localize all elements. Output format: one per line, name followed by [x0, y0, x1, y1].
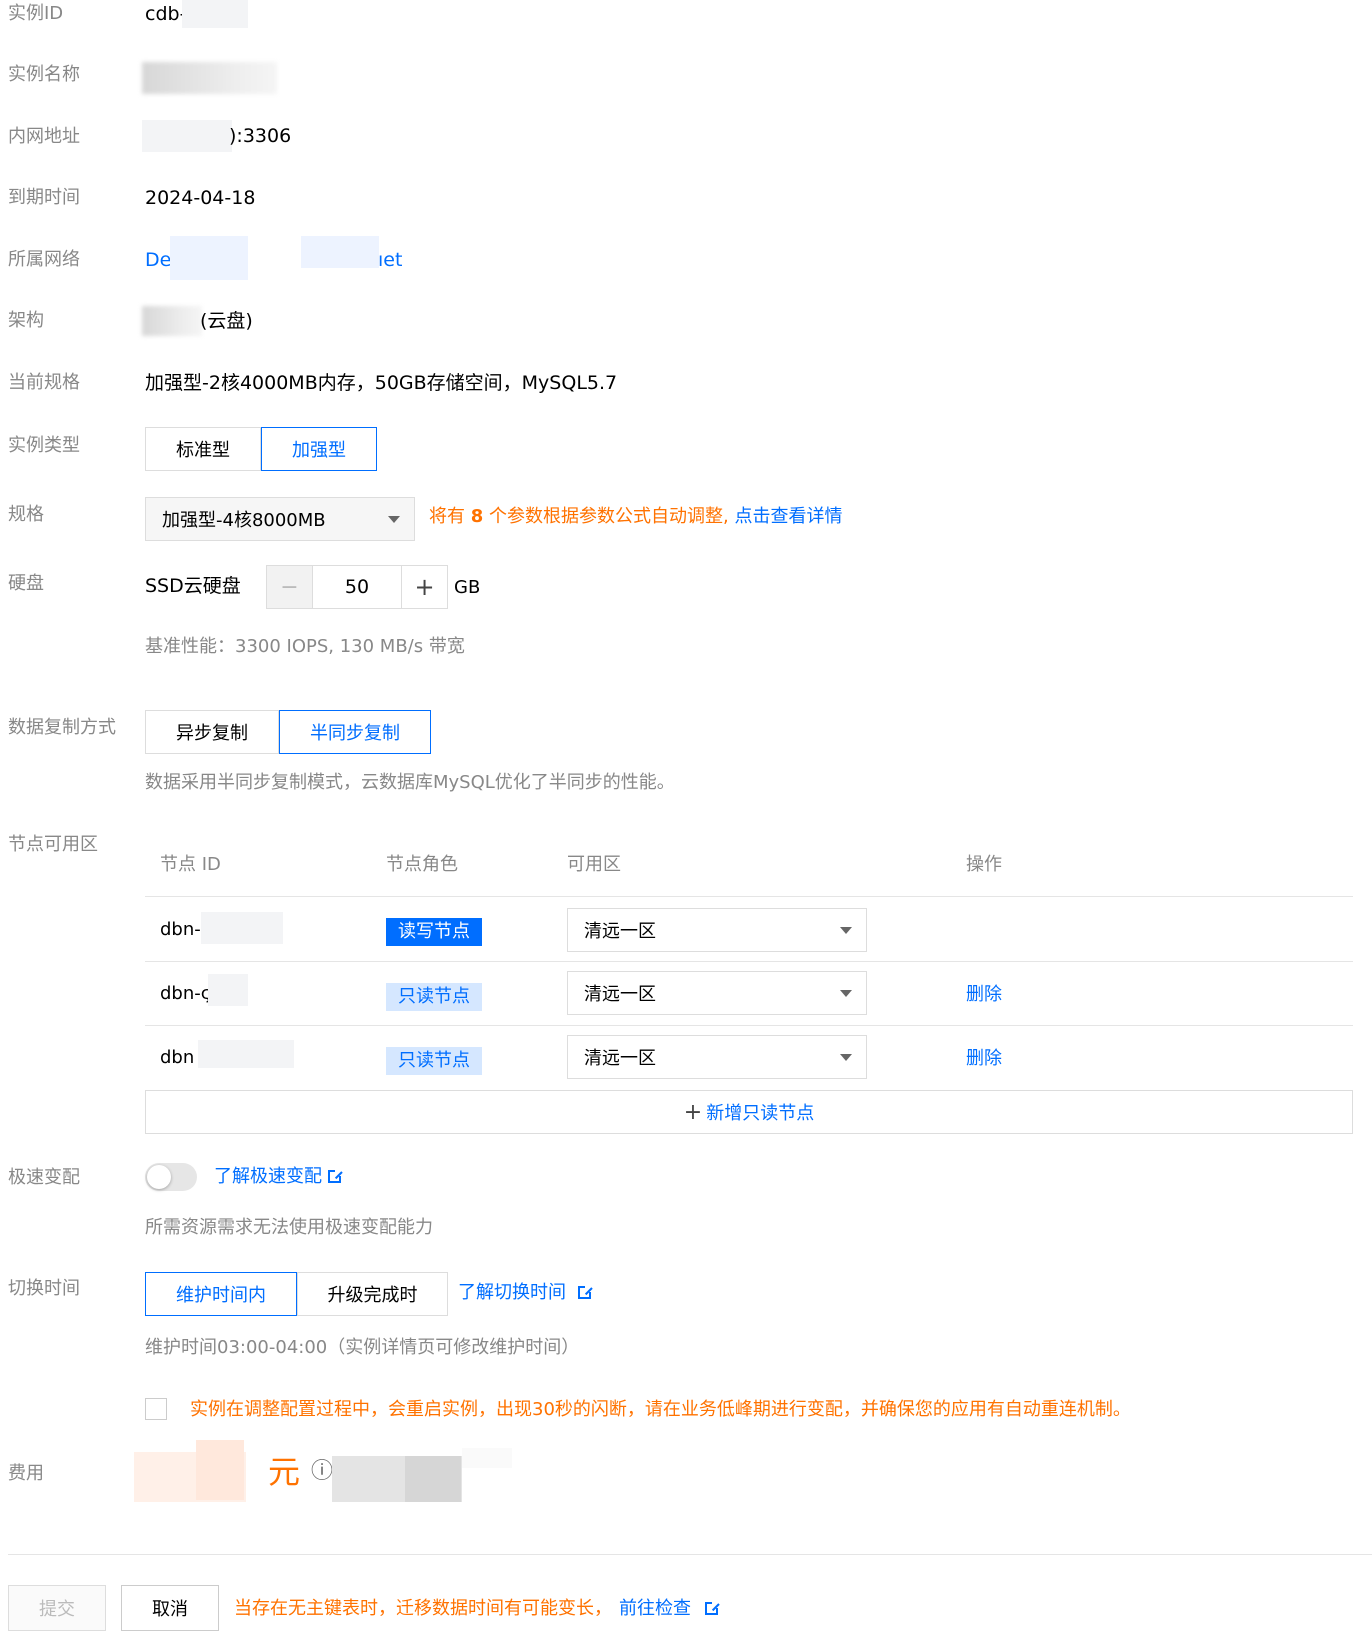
current-spec-value: 加强型-2核4000MB内存，50GB存储空间，MySQL5.7	[145, 372, 618, 394]
chevron-down-icon	[840, 1054, 852, 1061]
redacted-block	[182, 0, 248, 28]
cancel-button[interactable]: 取消	[121, 1585, 219, 1631]
replication-async[interactable]: 异步复制	[145, 710, 279, 754]
redacted-network-b	[301, 236, 379, 268]
instance-type-enhanced[interactable]: 加强型	[261, 427, 377, 471]
redacted-price-detail-b	[405, 1456, 461, 1502]
switch-on-upgrade-complete[interactable]: 升级完成时	[297, 1272, 448, 1316]
disk-stepper: − 50 +	[266, 565, 448, 609]
node-id: dbn-	[160, 919, 201, 940]
label-instance-type: 实例类型	[8, 435, 80, 456]
plus-icon: +	[683, 1099, 703, 1125]
instance-type-standard[interactable]: 标准型	[145, 427, 261, 471]
redacted-architecture	[142, 306, 202, 336]
add-readonly-node-button[interactable]: + 新增只读节点	[145, 1090, 1353, 1134]
chevron-down-icon	[388, 516, 400, 523]
toggle-knob	[147, 1165, 171, 1189]
footer-notice: 当存在无主键表时，迁移数据时间有可能变长，	[234, 1598, 612, 1619]
spec-details-link[interactable]: 点击查看详情	[734, 506, 842, 527]
switch-time-description: 维护时间03:00-04:00（实例详情页可修改维护时间）	[145, 1337, 580, 1358]
external-link-icon	[578, 1285, 592, 1299]
redacted-price-detail-c	[462, 1448, 512, 1468]
label-network: 所属网络	[8, 249, 80, 270]
table-row-divider	[145, 961, 1353, 962]
label-replication: 数据复制方式	[8, 717, 116, 738]
label-architecture: 架构	[8, 310, 44, 331]
external-link-icon	[328, 1169, 342, 1183]
table-header-divider	[145, 896, 1353, 897]
redacted-network-a	[170, 236, 248, 280]
network-link[interactable]: De	[145, 248, 171, 272]
label-cost: 费用	[8, 1463, 44, 1484]
table-row-divider	[145, 1025, 1353, 1026]
redacted-node-id	[201, 912, 283, 944]
redacted-instance-name	[142, 62, 277, 94]
footer-check-link[interactable]: 前往检查	[619, 1597, 719, 1621]
zone-select[interactable]: 清远一区	[567, 1035, 867, 1079]
label-private-address: 内网地址	[8, 126, 80, 147]
disk-unit: GB	[454, 577, 481, 598]
node-role-badge: 只读节点	[386, 983, 482, 1011]
instance-id-value: cdb-	[145, 3, 187, 25]
fast-change-toggle[interactable]	[145, 1163, 197, 1191]
footer-divider	[8, 1554, 1372, 1555]
confirm-checkbox[interactable]	[145, 1398, 167, 1420]
redacted-node-id	[198, 1040, 294, 1068]
col-node-role: 节点角色	[386, 854, 458, 875]
replication-description: 数据采用半同步复制模式，云数据库MySQL优化了半同步的性能。	[145, 772, 675, 793]
node-role-badge: 读写节点	[386, 918, 482, 946]
node-role-badge: 只读节点	[386, 1047, 482, 1075]
network-suffix[interactable]: ıet	[378, 248, 402, 272]
switch-maintenance-window[interactable]: 维护时间内	[145, 1272, 297, 1316]
label-spec: 规格	[8, 504, 44, 525]
fast-change-link[interactable]: 了解极速变配	[214, 1165, 342, 1189]
label-instance-name: 实例名称	[8, 64, 80, 85]
external-link-icon	[705, 1601, 719, 1615]
disk-minus-button[interactable]: −	[266, 565, 313, 609]
col-action: 操作	[966, 854, 1002, 875]
col-node-id: 节点 ID	[160, 854, 221, 875]
replication-selector: 异步复制 半同步复制	[145, 710, 431, 754]
label-switch-time: 切换时间	[8, 1278, 80, 1299]
spec-notice: 将有 8 个参数根据参数公式自动调整, 点击查看详情	[429, 506, 843, 527]
restart-warning: 实例在调整配置过程中，会重启实例，出现30秒的闪断，请在业务低峰期进行变配，并确…	[190, 1399, 1131, 1420]
label-node-zone: 节点可用区	[8, 834, 98, 855]
label-fast-change: 极速变配	[8, 1167, 80, 1188]
info-icon[interactable]: ⓘ	[311, 1460, 333, 1484]
zone-select[interactable]: 清远一区	[567, 971, 867, 1015]
disk-performance: 基准性能：3300 IOPS, 130 MB/s 带宽	[145, 636, 465, 657]
add-readonly-node-label: 新增只读节点	[706, 1103, 815, 1124]
expire-time-value: 2024-04-18	[145, 187, 256, 209]
disk-size-input[interactable]: 50	[313, 565, 401, 609]
disk-type: SSD云硬盘	[145, 575, 241, 597]
disk-plus-button[interactable]: +	[401, 565, 448, 609]
delete-node-link[interactable]: 删除	[966, 983, 1002, 1007]
node-id: dbn-ς	[160, 983, 212, 1004]
fast-change-description: 所需资源需求无法使用极速变配能力	[145, 1217, 433, 1238]
chevron-down-icon	[840, 990, 852, 997]
switch-time-link[interactable]: 了解切换时间	[458, 1281, 592, 1305]
chevron-down-icon	[840, 927, 852, 934]
label-expire-time: 到期时间	[8, 187, 80, 208]
label-instance-id: 实例ID	[8, 3, 64, 24]
col-zone: 可用区	[567, 854, 621, 875]
redacted-price-b	[196, 1440, 244, 1500]
submit-button[interactable]: 提交	[8, 1585, 106, 1631]
switch-time-selector: 维护时间内 升级完成时	[145, 1272, 448, 1316]
private-address-value: ):3306	[229, 125, 292, 147]
redacted-address	[142, 120, 232, 152]
spec-select[interactable]: 加强型-4核8000MB	[145, 497, 415, 541]
replication-semi-sync[interactable]: 半同步复制	[279, 710, 431, 754]
delete-node-link[interactable]: 删除	[966, 1047, 1002, 1071]
cost-unit: 元	[268, 1453, 301, 1491]
spec-selected: 加强型-4核8000MB	[162, 510, 326, 531]
label-disk: 硬盘	[8, 573, 44, 594]
label-current-spec: 当前规格	[8, 372, 80, 393]
spec-notice-count: 8	[470, 506, 484, 527]
redacted-node-id	[208, 974, 248, 1006]
architecture-value: (云盘)	[200, 310, 253, 332]
node-id: dbn	[160, 1047, 195, 1068]
instance-type-selector: 标准型 加强型	[145, 427, 377, 471]
zone-select[interactable]: 清远一区	[567, 908, 867, 952]
